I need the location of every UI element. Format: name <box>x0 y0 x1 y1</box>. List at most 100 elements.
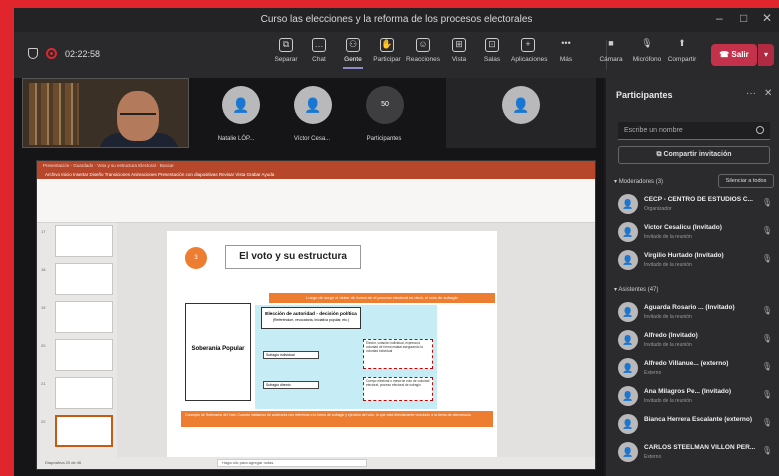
mic-off-icon: 🎙 <box>761 446 772 455</box>
participant-tile-victor[interactable]: 👤 Víctor Cesa... <box>274 78 354 148</box>
meeting-stage: 👤 Natalie LÓP... 👤 Víctor Cesa... 50 Par… <box>14 78 604 476</box>
participants-label: Participantes <box>366 136 402 142</box>
avatar-icon: 👤 <box>618 194 638 214</box>
microphone-icon: 🎙 <box>641 38 653 48</box>
window-titlebar: Curso las elecciones y la reforma de los… <box>14 8 779 32</box>
chevron-down-icon: ▾ <box>614 179 618 185</box>
mic-off-icon: 🎙 <box>761 198 772 207</box>
mic-off-icon: 🎙 <box>761 306 772 315</box>
close-button[interactable]: ✕ <box>762 11 772 25</box>
mic-off-icon: 🎙 <box>761 418 772 427</box>
phone-icon: ☎ <box>719 50 730 59</box>
participant-row[interactable]: 👤 Ana Milagros Pe... (Invitado) Invitado… <box>616 384 776 412</box>
participant-row[interactable]: 👤 Bianca Herrera Escalante (externo) 🎙 <box>616 412 776 440</box>
avatar-icon: 👤 <box>294 86 332 124</box>
chevron-down-icon: ▾ <box>614 287 618 293</box>
avatar-icon: 👤 <box>618 358 638 378</box>
close-panel-icon[interactable]: ✕ <box>764 88 772 99</box>
participant-row[interactable]: 👤 CARLOS STEELMAN VILLON PER... Externo … <box>616 440 776 468</box>
avatar-icon: 👤 <box>618 414 638 434</box>
mic-on-icon: 🎙 <box>761 254 772 263</box>
meeting-toolbar: 02:22:58 ⧉ Separar … Chat ⚇ Gente ✋ Particip… <box>14 32 779 78</box>
chat-icon: … <box>312 38 326 52</box>
eleccion-box: Elección de autoridad - decisión polític… <box>261 307 361 329</box>
avatar-icon: 👤 <box>618 442 638 462</box>
participants-panel: Participantes ··· ✕ Escribe un nombre ⧉ … <box>606 78 779 476</box>
soberania-box: Soberanía Popular <box>185 303 251 401</box>
slide-thumbnail[interactable] <box>55 225 113 257</box>
avatar-icon: 👤 <box>618 250 638 270</box>
participant-row[interactable]: 👤 Virgilio Hurtado (Invitado) Invitado d… <box>616 248 776 276</box>
view-button[interactable]: ⊞ Vista <box>442 38 476 63</box>
participant-row[interactable]: 👤 CECP - CENTRO DE ESTUDIOS C... Organiz… <box>616 192 776 220</box>
slide-title: El voto y su estructura <box>225 245 361 269</box>
slide-number-badge: 3 <box>185 247 207 269</box>
teams-window: Curso las elecciones y la reforma de los… <box>14 8 779 476</box>
leave-button[interactable]: ☎ Salir <box>711 44 757 66</box>
slide-thumbnail-selected[interactable] <box>55 415 113 447</box>
camera-icon: ■ <box>608 38 614 48</box>
leave-options-chevron-icon[interactable]: ▾ <box>758 44 774 66</box>
search-input[interactable]: Escribe un nombre <box>618 122 770 140</box>
presenter-head <box>117 91 159 141</box>
slide-thumbnail[interactable] <box>55 339 113 371</box>
panel-title: Participantes <box>616 90 673 100</box>
avatar-icon: 👤 <box>502 86 540 124</box>
participant-tile-empty[interactable]: 👤 <box>446 78 596 148</box>
participant-name: Víctor Cesa... <box>293 136 331 142</box>
separar-button[interactable]: ⧉ Separar <box>269 38 303 63</box>
apps-button[interactable]: + Aplicaciones <box>511 38 548 63</box>
avatar-icon: 👤 <box>618 386 638 406</box>
mic-off-icon: 🎙 <box>761 390 772 399</box>
separate-icon: ⧉ <box>279 38 293 52</box>
grid-icon: ⊞ <box>452 38 466 52</box>
attendees-section[interactable]: ▾ Asistentes (47) <box>614 286 658 293</box>
slide-thumbnail[interactable] <box>55 263 113 295</box>
mute-all-button[interactable]: Silenciar a todos <box>718 174 774 188</box>
diagram-box-a: Sufragio individual <box>263 351 319 359</box>
participant-row[interactable]: 👤 Victor Cesalicu (Invitado) Invitado de… <box>616 220 776 248</box>
moderators-section[interactable]: ▾ Moderadores (3) <box>614 178 663 185</box>
notes-field[interactable]: Haga clic para agregar notas <box>217 459 367 467</box>
window-title: Curso las elecciones y la reforma de los… <box>260 14 533 25</box>
search-icon <box>756 126 764 134</box>
camera-button[interactable]: ■ Cámara <box>594 38 628 63</box>
slide-thumbnail[interactable] <box>55 377 113 409</box>
shield-icon <box>28 48 38 59</box>
participant-row[interactable]: 👤 Alfredo (Invitado) Invitado de la reun… <box>616 328 776 356</box>
participant-row[interactable]: 👤 Aguarda Rosario ... (Invitado) Invitad… <box>616 300 776 328</box>
people-icon: ⚇ <box>346 38 360 52</box>
maximize-button[interactable]: □ <box>740 11 747 25</box>
participant-overflow-tile[interactable]: 50 Participantes <box>354 78 432 148</box>
raise-hand-button[interactable]: ✋ Participar <box>370 38 404 63</box>
participant-row[interactable]: 👤 Alfredo Villanue... (externo) Externo … <box>616 356 776 384</box>
avatar-icon: 👤 <box>618 330 638 350</box>
smile-icon: ☺ <box>416 38 430 52</box>
slide-thumbnail[interactable] <box>55 301 113 333</box>
diagram-right-box-a: Elector, votación individual, expresa la… <box>363 339 433 369</box>
share-button[interactable]: ⬆ Compartir <box>665 38 699 63</box>
more-options-icon[interactable]: ··· <box>746 88 756 99</box>
share-invite-button[interactable]: ⧉ Compartir invitación <box>618 146 770 164</box>
minimize-button[interactable]: – <box>716 11 723 25</box>
presenter-glasses <box>120 109 156 115</box>
ellipsis-icon: ••• <box>561 38 571 48</box>
meeting-timer: 02:22:58 <box>65 48 101 59</box>
presenter-video[interactable] <box>22 78 189 148</box>
rooms-button[interactable]: ⊡ Salas <box>475 38 509 63</box>
reactions-button[interactable]: ☺ Reacciones <box>406 38 440 63</box>
mic-button[interactable]: 🎙 Micrófono <box>630 38 664 63</box>
participant-name: Natalie LÓP... <box>217 136 255 142</box>
ppt-menu: Archivo Inicio Insertar Diseño Transicio… <box>37 170 595 179</box>
hand-icon: ✋ <box>380 38 394 52</box>
ppt-slide-canvas: 3 El voto y su estructura Luego de surgi… <box>117 223 595 459</box>
more-button[interactable]: ••• Más <box>549 38 583 63</box>
shared-screen-powerpoint[interactable]: Presentación - Guardado · Voto y su estr… <box>36 160 596 470</box>
people-button[interactable]: ⚇ Gente <box>336 38 370 69</box>
avatar-icon: 👤 <box>222 86 260 124</box>
chat-button[interactable]: … Chat <box>302 38 336 63</box>
recording-icon <box>46 48 57 59</box>
mic-off-icon: 🎙 <box>761 334 772 343</box>
mic-off-icon: 🎙 <box>761 362 772 371</box>
bookshelf-background <box>29 83 79 145</box>
